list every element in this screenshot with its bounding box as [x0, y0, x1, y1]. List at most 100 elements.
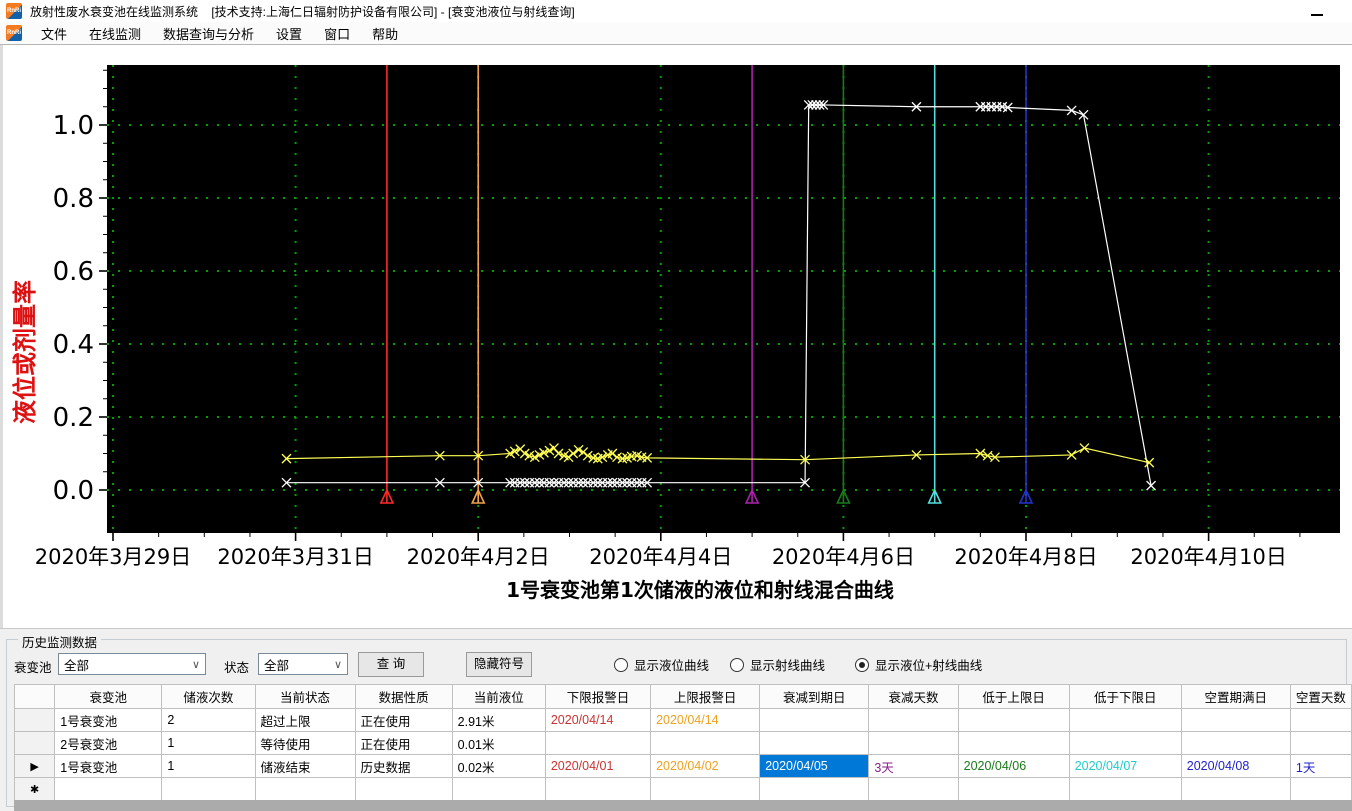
column-header[interactable]: 低于上限日 [957, 684, 1070, 709]
table-row: ▶ 1号衰变池 1 储液结束 历史数据 0.02米 2020/04/01 2020/04/02… [13, 754, 1352, 778]
table-cell[interactable] [957, 777, 1070, 801]
table-cell[interactable] [868, 708, 959, 732]
table-cell[interactable]: 1 [161, 754, 256, 778]
radio-label: 显示液位+射线曲线 [875, 659, 983, 673]
table-cell[interactable]: 3天 [868, 754, 959, 778]
column-header[interactable]: 下限报警日 [544, 684, 652, 709]
column-header[interactable]: 储液次数 [161, 684, 256, 709]
minimize-icon [1311, 14, 1323, 16]
column-header[interactable]: 空置期满日 [1180, 684, 1291, 709]
x-tick-label: 2020年4月2日 [407, 545, 550, 569]
table-cell[interactable] [957, 731, 1070, 755]
table-cell[interactable] [1289, 708, 1352, 732]
table-cell[interactable] [650, 777, 761, 801]
groupbox-title: 历史监测数据 [18, 632, 102, 651]
column-header[interactable]: 衰减天数 [868, 684, 959, 709]
table-cell[interactable]: 2020/04/07 [1068, 754, 1182, 778]
table-cell[interactable]: 0.01米 [451, 731, 546, 755]
table-cell[interactable]: 1 [161, 731, 256, 755]
column-header[interactable]: 数据性质 [354, 684, 453, 709]
table-cell[interactable]: 1号衰变池 [54, 708, 163, 732]
table-cell[interactable] [1068, 731, 1182, 755]
y-tick-label: 0.6 [53, 257, 94, 287]
table-cell[interactable]: 2020/04/14 [544, 708, 652, 732]
table-cell[interactable] [54, 777, 163, 801]
table-row: 2号衰变池 1 等待使用 正在使用 0.01米 [13, 731, 1352, 755]
menu-item-0[interactable]: 文件 [30, 22, 78, 45]
table-cell[interactable]: 历史数据 [354, 754, 453, 778]
table-cell[interactable] [1289, 731, 1352, 755]
table-cell[interactable] [1180, 731, 1291, 755]
row-header[interactable] [13, 731, 56, 755]
table-cell[interactable]: 2号衰变池 [54, 731, 163, 755]
table-cell[interactable] [1180, 777, 1291, 801]
radio-icon [730, 657, 744, 672]
column-header[interactable]: 衰减到期日 [759, 684, 870, 709]
current-row-indicator[interactable]: ▶ [13, 754, 56, 778]
table-cell[interactable] [759, 731, 870, 755]
table-cell[interactable]: 2020/04/14 [650, 708, 761, 732]
table-cell[interactable] [1068, 777, 1182, 801]
table-cell[interactable]: 正在使用 [354, 708, 453, 732]
chevron-down-icon: ∨ [191, 658, 201, 671]
child-window-icon[interactable]: RnRi [6, 25, 22, 41]
pool-select[interactable]: 全部 ∨ [58, 653, 206, 675]
row-header-corner [13, 684, 56, 709]
table-cell[interactable] [544, 731, 652, 755]
table-cell[interactable]: 1天 [1289, 754, 1352, 778]
new-row-indicator[interactable]: ✱ [13, 777, 56, 801]
menu-item-2[interactable]: 数据查询与分析 [152, 22, 265, 45]
column-header[interactable]: 当前状态 [254, 684, 356, 709]
column-header[interactable]: 低于下限日 [1068, 684, 1182, 709]
minimize-button[interactable] [1310, 4, 1324, 18]
column-header[interactable]: 空置天数 [1289, 684, 1352, 709]
column-header[interactable]: 上限报警日 [650, 684, 761, 709]
table-cell[interactable] [868, 731, 959, 755]
table-cell[interactable]: 1号衰变池 [54, 754, 163, 778]
table-cell[interactable]: 2020/04/01 [544, 754, 652, 778]
x-tick-label: 2020年4月6日 [772, 545, 915, 569]
table-cell[interactable]: 2020/04/06 [957, 754, 1070, 778]
column-header[interactable]: 衰变池 [54, 684, 163, 709]
table-cell[interactable] [161, 777, 256, 801]
table-cell[interactable] [451, 777, 546, 801]
menu-item-1[interactable]: 在线监测 [78, 22, 152, 45]
table-cell[interactable]: 2020/04/02 [650, 754, 761, 778]
y-tick-label: 1.0 [53, 111, 94, 141]
chart-title: 1号衰变池第1次储液的液位和射线混合曲线 [506, 578, 894, 602]
x-tick-label: 2020年4月10日 [1130, 545, 1287, 569]
row-header[interactable] [13, 708, 56, 732]
radio-ray-curve[interactable]: 显示射线曲线 [730, 655, 825, 674]
hide-symbols-button[interactable]: 隐藏符号 [466, 652, 532, 677]
title-bar: RnRi 放射性废水衰变池在线监测系统 [技术支持:上海仁日辐射防护设备有限公司… [0, 0, 1352, 22]
table-cell[interactable] [1180, 708, 1291, 732]
table-cell[interactable] [354, 777, 453, 801]
column-header[interactable]: 当前液位 [451, 684, 546, 709]
history-table: 衰变池 储液次数 当前状态 数据性质 当前液位 下限报警日 上限报警日 衰减到期日 衰减天数 低于… [13, 684, 1352, 801]
table-cell[interactable] [1289, 777, 1352, 801]
menu-item-4[interactable]: 窗口 [313, 22, 361, 45]
table-cell[interactable] [759, 777, 870, 801]
table-cell[interactable]: 0.02米 [451, 754, 546, 778]
table-cell[interactable] [759, 708, 870, 732]
table-cell[interactable]: 正在使用 [354, 731, 453, 755]
table-cell[interactable] [1068, 708, 1182, 732]
table-cell[interactable]: 储液结束 [254, 754, 356, 778]
status-select[interactable]: 全部 ∨ [258, 653, 348, 675]
radio-level-curve[interactable]: 显示液位曲线 [614, 655, 709, 674]
table-cell[interactable]: 2.91米 [451, 708, 546, 732]
table-cell[interactable]: 等待使用 [254, 731, 356, 755]
table-cell[interactable]: 2020/04/05 [759, 754, 870, 778]
query-button[interactable]: 查 询 [358, 652, 424, 677]
table-cell[interactable] [254, 777, 356, 801]
table-cell[interactable] [957, 708, 1070, 732]
menu-item-3[interactable]: 设置 [265, 22, 313, 45]
menu-item-5[interactable]: 帮助 [361, 22, 409, 45]
table-cell[interactable] [650, 731, 761, 755]
table-cell[interactable] [868, 777, 959, 801]
table-cell[interactable]: 2020/04/08 [1180, 754, 1291, 778]
table-cell[interactable] [544, 777, 652, 801]
table-cell[interactable]: 超过上限 [254, 708, 356, 732]
table-cell[interactable]: 2 [161, 708, 256, 732]
radio-level-plus-ray-curve[interactable]: 显示液位+射线曲线 [855, 655, 982, 674]
